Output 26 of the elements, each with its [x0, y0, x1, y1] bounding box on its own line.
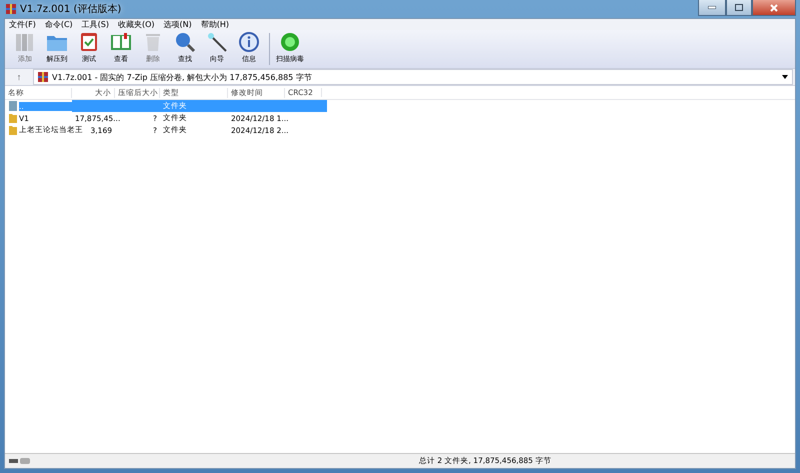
up-button[interactable]: ↑ — [5, 72, 33, 82]
menu-item[interactable]: 帮助(H) — [200, 19, 230, 30]
dropdown-icon — [782, 75, 788, 79]
address-field[interactable]: V1.7z.001 - 固实的 7-Zip 压缩分卷, 解包大小为 17,875,456,885 字节 — [33, 69, 793, 85]
book-icon — [110, 31, 132, 53]
search-icon — [174, 31, 196, 53]
minimize-icon — [708, 6, 716, 9]
menu-item[interactable]: 选项(N) — [164, 19, 192, 30]
menu-item[interactable]: 收藏夹(O) — [118, 19, 155, 30]
parent-folder-icon — [9, 101, 17, 111]
menu-item[interactable]: 工具(S) — [82, 19, 109, 30]
menu-item[interactable]: 文件(F) — [9, 19, 36, 30]
maximize-icon — [735, 4, 743, 11]
maximize-button[interactable] — [726, 0, 752, 16]
archive-icon — [6, 4, 16, 14]
checklist-icon — [78, 31, 100, 53]
archive-icon — [38, 72, 48, 82]
close-button[interactable] — [752, 0, 796, 16]
minimize-button[interactable] — [698, 0, 726, 16]
info-icon — [238, 31, 260, 53]
drive-icon — [9, 457, 31, 465]
books-icon — [14, 31, 36, 53]
close-icon — [770, 4, 778, 12]
magic-wand-icon — [206, 31, 228, 53]
menu-item[interactable]: 命令(C) — [44, 19, 73, 30]
window-title: V1.7z.001 (评估版本) — [20, 2, 122, 16]
